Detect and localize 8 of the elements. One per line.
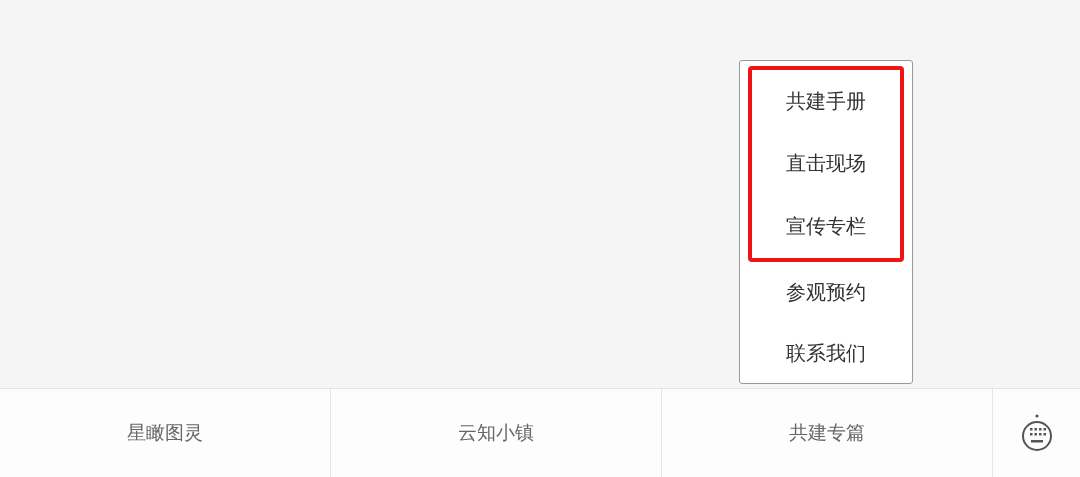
menu-item[interactable]: 共建手册 [752,70,900,132]
menu-item[interactable]: 直击现场 [752,132,900,195]
menu-item[interactable]: 参观预约 [752,262,900,323]
menu-tab[interactable]: 星瞰图灵 [0,389,331,477]
menu-tab[interactable]: 云知小镇 [331,389,662,477]
menu-tab[interactable]: 共建专篇 [662,389,993,477]
menu-item[interactable]: 宣传专栏 [752,195,900,258]
menu-item[interactable]: 联系我们 [752,323,900,384]
